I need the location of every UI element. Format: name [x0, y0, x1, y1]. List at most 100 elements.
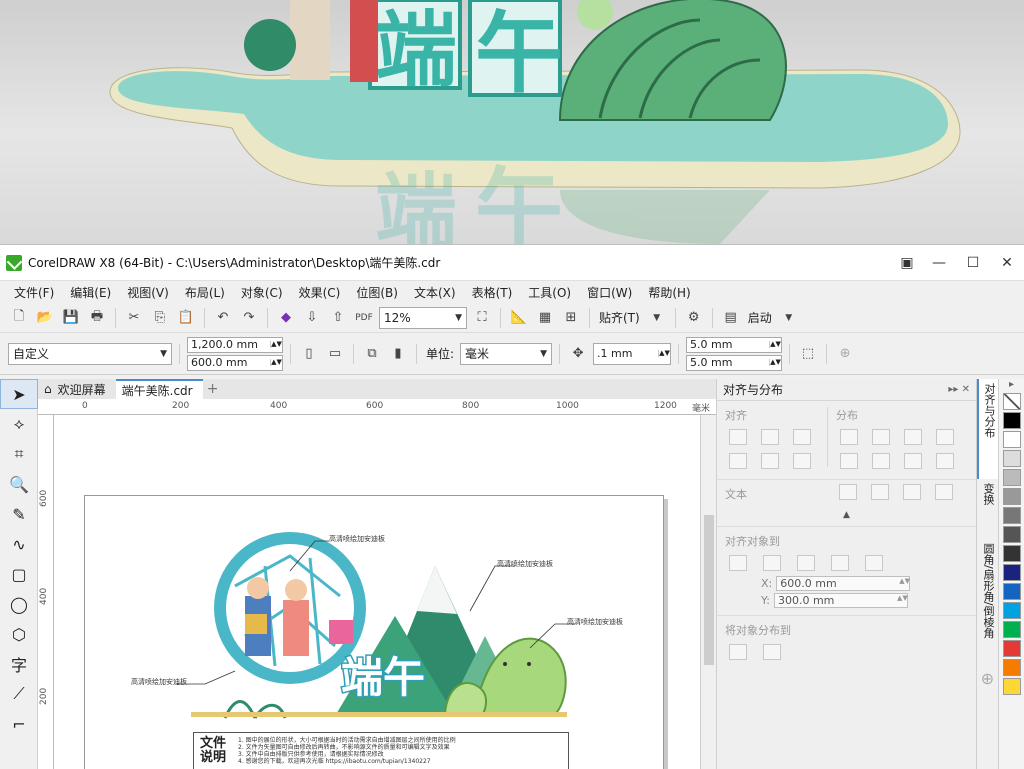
color-swatch[interactable] [1003, 564, 1021, 581]
freehand-tool-icon[interactable]: ✎ [0, 499, 38, 529]
text-first-line-icon[interactable] [871, 484, 889, 500]
new-document-icon[interactable]: 🗋 [8, 307, 30, 329]
gear-icon[interactable]: ⚙ [683, 307, 705, 329]
crop-tool-icon[interactable]: ⌗ [0, 439, 38, 469]
add-docker-icon[interactable]: ⊕ [977, 669, 998, 688]
docker-controls[interactable]: ▸▸ ✕ [948, 384, 976, 395]
show-grid-icon[interactable]: ▦ [534, 307, 556, 329]
distribute-spacing-icon[interactable] [904, 429, 922, 445]
duplicate-y-input[interactable]: 5.0 mm ▲▼ [686, 354, 783, 371]
tab-fillet-scallop-chamfer[interactable]: 圆角/扇形角/倒棱角 [977, 539, 999, 669]
color-swatch[interactable] [1003, 640, 1021, 657]
page-center-icon[interactable] [797, 555, 815, 571]
tab-document[interactable]: 端午美陈.cdr [115, 379, 203, 399]
rectangle-tool-icon[interactable]: ▢ [0, 559, 38, 589]
color-swatch[interactable] [1003, 545, 1021, 562]
vertical-ruler[interactable]: 600 400 200 [38, 415, 54, 769]
page-width-input[interactable]: 1,200.0 mm ▲▼ [187, 336, 283, 353]
chevron-down-icon[interactable]: ▼ [646, 307, 668, 329]
align-center-v-icon[interactable] [761, 453, 779, 469]
menu-edit[interactable]: 编辑(E) [64, 284, 121, 301]
shape-tool-icon[interactable]: ⟡ [0, 409, 38, 439]
search-content-icon[interactable]: ◆ [275, 307, 297, 329]
full-screen-icon[interactable]: ⛶ [471, 307, 493, 329]
drawing-canvas[interactable]: 端午 高清喷绘加安迪板 高清喷绘加安迪板 高清喷绘加安迪板 高清喷绘加安迪板 文… [54, 415, 700, 769]
align-bottom-icon[interactable] [793, 453, 811, 469]
page-preset-select[interactable]: 自定义 ▼ [8, 342, 172, 365]
color-swatch[interactable] [1003, 621, 1021, 638]
menu-help[interactable]: 帮助(H) [642, 284, 700, 301]
menu-table[interactable]: 表格(T) [466, 284, 523, 301]
align-top-icon[interactable] [729, 453, 747, 469]
color-swatch[interactable] [1003, 488, 1021, 505]
import-icon[interactable]: ⇩ [301, 307, 323, 329]
minimize-button[interactable]: — [922, 248, 956, 278]
menu-layout[interactable]: 布局(L) [179, 284, 235, 301]
ellipse-tool-icon[interactable]: ◯ [0, 589, 38, 619]
color-swatch[interactable] [1003, 450, 1021, 467]
zoom-level-select[interactable]: 12% ▼ [379, 306, 467, 329]
maximize-button[interactable]: ☐ [956, 248, 990, 278]
distribute-bottom-icon[interactable] [936, 453, 954, 469]
color-swatch[interactable] [1003, 659, 1021, 676]
spin-arrows-icon[interactable]: ▲▼ [769, 359, 781, 366]
open-folder-icon[interactable]: 📂 [34, 307, 56, 329]
text-baseline-icon[interactable] [839, 484, 857, 500]
portrait-icon[interactable]: ▯ [298, 343, 320, 365]
spin-arrows-icon[interactable]: ▲▼ [658, 350, 670, 357]
units-select[interactable]: 毫米 ▼ [460, 342, 553, 365]
show-guidelines-icon[interactable]: ⊞ [560, 307, 582, 329]
copy-icon[interactable]: ⎘ [149, 307, 171, 329]
horizontal-ruler[interactable]: 0 200 400 600 800 1000 1200 毫米 [38, 399, 716, 415]
polygon-tool-icon[interactable]: ⬡ [0, 619, 38, 649]
publish-pdf-icon[interactable]: PDF [353, 307, 375, 329]
duplicate-x-input[interactable]: 5.0 mm ▲▼ [686, 336, 783, 353]
tab-welcome[interactable]: ⌂ 欢迎屏幕 [38, 379, 116, 399]
color-swatch[interactable] [1003, 469, 1021, 486]
color-swatch[interactable] [1003, 431, 1021, 448]
spin-arrows-icon[interactable]: ▲▼ [270, 359, 282, 366]
text-outline-icon[interactable] [935, 484, 953, 500]
color-swatch[interactable] [1003, 526, 1021, 543]
pick-tool-icon[interactable]: ➤ [0, 379, 38, 409]
align-y-input[interactable]: 300.0 mm ▲▼ [773, 593, 908, 608]
menu-object[interactable]: 对象(C) [235, 284, 293, 301]
page-extent-icon[interactable] [763, 644, 781, 660]
tab-transform[interactable]: 变换 [977, 479, 999, 539]
all-pages-icon[interactable]: ⧉ [361, 343, 383, 365]
scrollbar-thumb[interactable] [704, 515, 714, 665]
save-icon[interactable]: 💾 [60, 307, 82, 329]
artistic-media-tool-icon[interactable]: ∿ [0, 529, 38, 559]
page-height-input[interactable]: 600.0 mm ▲▼ [187, 354, 283, 371]
text-box-icon[interactable] [903, 484, 921, 500]
distribute-top-icon[interactable] [840, 453, 858, 469]
vertical-scrollbar[interactable] [700, 415, 716, 769]
color-swatch[interactable] [1003, 507, 1021, 524]
tab-align-distribute[interactable]: 对齐与分布 [977, 379, 999, 479]
chevron-down-icon[interactable]: ▼ [778, 307, 800, 329]
distribute-center-icon[interactable] [872, 429, 890, 445]
nudge-distance-input[interactable]: .1 mm ▲▼ [593, 342, 672, 365]
redo-icon[interactable]: ↷ [238, 307, 260, 329]
specified-point-icon[interactable] [865, 555, 883, 571]
align-right-icon[interactable] [793, 429, 811, 445]
menu-tools[interactable]: 工具(O) [522, 284, 581, 301]
close-button[interactable]: ✕ [990, 248, 1024, 278]
artwork-illustration[interactable]: 端午 [85, 496, 665, 732]
menu-file[interactable]: 文件(F) [8, 284, 64, 301]
current-page-icon[interactable]: ▮ [387, 343, 409, 365]
cut-icon[interactable]: ✂ [123, 307, 145, 329]
menu-window[interactable]: 窗口(W) [581, 284, 642, 301]
zoom-tool-icon[interactable]: 🔍 [0, 469, 38, 499]
parallel-dimension-tool-icon[interactable]: ⟋ [0, 679, 38, 709]
undo-icon[interactable]: ↶ [212, 307, 234, 329]
launcher-icon[interactable]: ▤ [720, 307, 742, 329]
menu-effects[interactable]: 效果(C) [293, 284, 351, 301]
paste-icon[interactable]: 📋 [175, 307, 197, 329]
color-swatch[interactable] [1003, 678, 1021, 695]
distribute-vspacing-icon[interactable] [904, 453, 922, 469]
spin-arrows-icon[interactable]: ▲▼ [899, 577, 910, 590]
spin-arrows-icon[interactable]: ▲▼ [897, 594, 908, 607]
active-objects-icon[interactable] [729, 555, 747, 571]
account-icon[interactable]: ▣ [892, 248, 922, 278]
